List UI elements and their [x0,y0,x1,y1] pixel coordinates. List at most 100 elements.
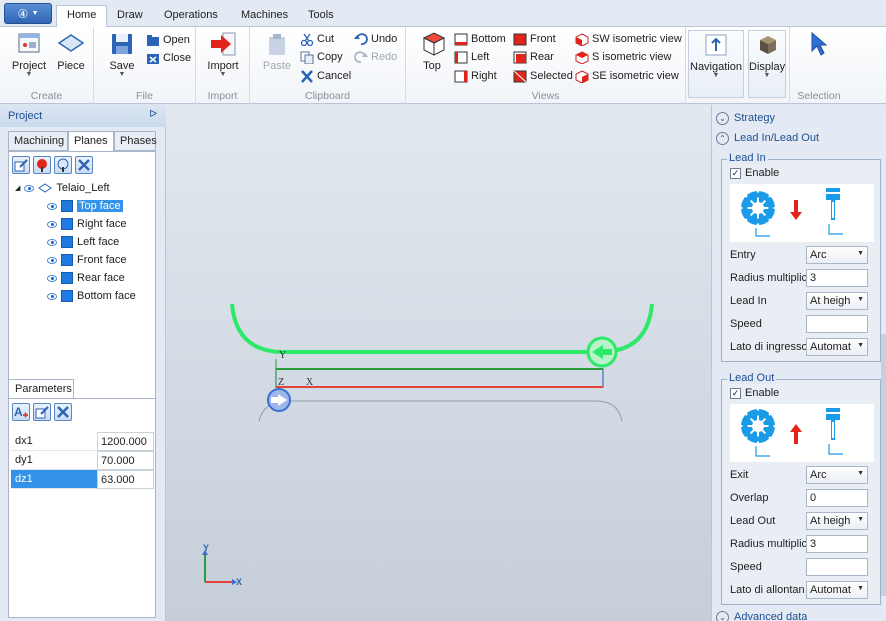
radius-multiplier-input[interactable]: 3 [806,269,868,287]
cancel-button[interactable]: Cancel [300,67,351,85]
leadinout-section-header[interactable]: ⌃ Lead In/Lead Out [716,129,819,147]
show-plane-button[interactable] [33,156,51,174]
rear-view-button[interactable]: Rear [513,48,554,66]
navigation-button[interactable]: Navigation ▼ [688,30,744,98]
entry-select[interactable]: Arc [806,246,868,264]
edit-plane-button[interactable] [12,156,30,174]
add-parameter-button[interactable]: A [12,403,30,421]
copy-button[interactable]: Copy [300,48,343,66]
exit-select[interactable]: Arc [806,466,868,484]
strategy-scrollbar[interactable] [881,334,886,596]
tree-item-top-face[interactable]: Top face [47,198,123,214]
new-piece-button[interactable]: Piece [51,30,91,72]
tab-parameters[interactable]: Parameters [8,379,74,399]
se-isometric-button[interactable]: SE isometric view [575,67,679,85]
eye-icon[interactable] [47,202,57,210]
paste-button[interactable]: Paste [257,30,297,72]
face-icon [61,272,73,284]
eye-icon[interactable] [47,238,57,246]
tree-item-right-face[interactable]: Right face [47,216,127,232]
eye-icon[interactable] [47,256,57,264]
eye-icon[interactable] [47,220,57,228]
left-view-button[interactable]: Left [454,48,489,66]
corner-arrow-icon [828,444,843,455]
s-isometric-button[interactable]: S isometric view [575,48,671,66]
tree-item-bottom-face[interactable]: Bottom face [47,288,136,304]
hide-plane-button[interactable] [54,156,72,174]
pin-icon[interactable]: ᐅ [149,109,157,120]
edit-parameter-button[interactable] [33,403,51,421]
tree-item-left-face[interactable]: Left face [47,234,119,250]
advanced-data-section-header[interactable]: ⌄ Advanced data [716,611,807,621]
display-button[interactable]: Display ▼ [748,30,786,98]
tab-home[interactable]: Home [56,5,108,28]
delete-plane-button[interactable] [75,156,93,174]
import-button[interactable]: Import ▼ [203,30,243,78]
tab-tools[interactable]: Tools [298,6,344,27]
parameter-row-selected[interactable]: dz1 63.000 [11,470,154,489]
tab-operations[interactable]: Operations [154,6,228,27]
open-button[interactable]: Open [146,31,190,49]
tab-draw[interactable]: Draw [107,6,153,27]
save-button[interactable]: Save ▼ [102,30,142,78]
expand-chevron-icon[interactable]: ⌄ [716,611,729,621]
eye-icon[interactable] [47,292,57,300]
expand-chevron-icon[interactable]: ⌄ [716,111,729,125]
parameter-value[interactable]: 70.000 [97,451,154,470]
checkmark-icon[interactable]: ✓ [730,387,741,399]
parameter-row[interactable]: dy1 70.000 [11,451,154,470]
redo-button[interactable]: Redo [354,48,397,66]
expand-triangle-icon[interactable]: ◢ [15,184,20,192]
tab-machines[interactable]: Machines [231,6,298,27]
eye-icon[interactable] [47,274,57,282]
cut-button[interactable]: Cut [300,30,334,48]
piece-outline[interactable] [275,359,604,388]
entry-side-select[interactable]: Automat [806,338,868,356]
selected-view-button[interactable]: Selected [513,67,573,85]
right-view-button[interactable]: Right [454,67,497,85]
3d-viewport[interactable]: Y Z X Y X [166,105,711,621]
delete-parameter-button[interactable] [54,403,72,421]
selection-pointer-button[interactable] [798,30,838,60]
lead-out-select[interactable]: At heigh [806,512,868,530]
lead-out-enable-checkbox[interactable]: ✓ Enable [730,387,779,399]
close-button[interactable]: Close [146,49,191,67]
top-view-button[interactable]: Top [412,30,452,72]
collapse-chevron-icon[interactable]: ⌃ [716,131,729,145]
lead-out-marker[interactable] [586,336,618,368]
scissors-icon [300,33,314,46]
checkmark-icon[interactable]: ✓ [730,167,741,179]
tab-machining[interactable]: Machining [8,131,68,151]
field-label: Lead Out [730,515,776,527]
field-label: Lead In [730,295,767,307]
new-project-button[interactable]: Project ▼ [9,30,49,78]
parameter-value[interactable]: 1200.000 [97,432,154,451]
radius-multiplier-field: Radius multiplic 3 [730,269,878,287]
lead-in-select[interactable]: At heigh [806,292,868,310]
parameter-value[interactable]: 63.000 [97,470,154,489]
bottom-view-button[interactable]: Bottom [454,30,506,48]
tab-phases[interactable]: Phases [114,131,157,151]
speed-input[interactable] [806,315,868,333]
tree-item-rear-face[interactable]: Rear face [47,270,125,286]
cut-label: Cut [317,33,335,45]
speed-input[interactable] [806,558,868,576]
tab-planes[interactable]: Planes [68,131,114,152]
radius-multiplier-input[interactable]: 3 [806,535,868,553]
strategy-section-header[interactable]: ⌄ Strategy [716,109,775,127]
front-view-button[interactable]: Front [513,30,556,48]
exit-side-select[interactable]: Automat [806,581,868,599]
viewport-canvas[interactable]: Y Z X Y X [166,105,711,621]
file-group: Save ▼ Open Close File [94,27,196,104]
parameter-row[interactable]: dx1 1200.000 [11,432,154,451]
undo-button[interactable]: Undo [354,30,397,48]
sw-isometric-button[interactable]: SW isometric view [575,30,682,48]
tree-item-front-face[interactable]: Front face [47,252,127,268]
lead-in-enable-checkbox[interactable]: ✓ Enable [730,167,779,179]
cube-right-icon [454,70,468,83]
eye-icon[interactable] [24,184,35,192]
lead-in-marker[interactable] [267,388,291,412]
application-menu-button[interactable]: ④ ▼ [4,3,52,24]
overlap-input[interactable]: 0 [806,489,868,507]
tree-root-telaio-left[interactable]: ◢ Telaio_Left [15,180,110,196]
